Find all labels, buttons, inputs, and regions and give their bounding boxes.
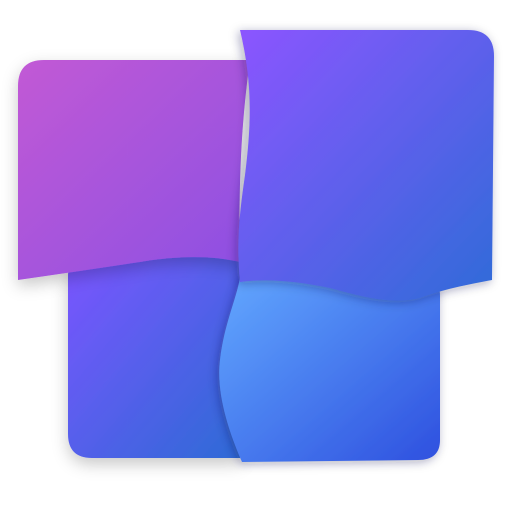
bottom-right-tile bbox=[219, 272, 440, 462]
bottom-left-tile bbox=[68, 255, 240, 458]
app-icon-canvas bbox=[0, 0, 512, 512]
top-left-tile bbox=[18, 60, 250, 280]
top-right-tile bbox=[238, 30, 494, 301]
app-logo-icon bbox=[18, 30, 494, 462]
